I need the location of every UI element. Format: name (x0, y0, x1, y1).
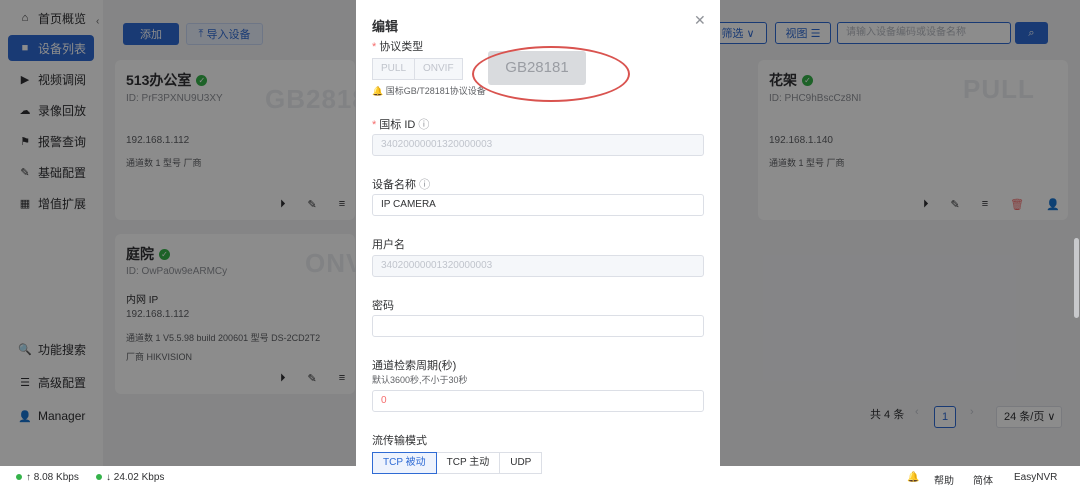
gbid-label-text: 国标 ID (379, 119, 416, 131)
status-dot (16, 474, 22, 480)
device-name-field[interactable]: IP CAMERA (372, 194, 704, 216)
protocol-option-onvif[interactable]: ONVIF (414, 58, 463, 80)
required-mark: * (372, 119, 377, 131)
download-rate-value: 24.02 Kbps (113, 472, 165, 483)
protocol-option-pull[interactable]: PULL (372, 58, 416, 80)
mode-tcp-active[interactable]: TCP 主动 (435, 452, 501, 474)
username-label: 用户名 (372, 239, 405, 251)
protocol-hint: 🔔 国标GB/T28181协议设备 (372, 84, 486, 97)
password-field[interactable] (372, 315, 704, 337)
protocol-label-text: 协议类型 (379, 41, 424, 53)
upload-rate: ↑ 8.08 Kbps (16, 472, 79, 483)
username-field: 34020000001320000003 (372, 255, 704, 277)
period-hint: 默认3600秒,不小于30秒 (372, 375, 468, 385)
mode-tcp-passive[interactable]: TCP 被动 (372, 452, 437, 474)
language-select[interactable]: 简体 (973, 472, 993, 487)
close-icon[interactable]: ✕ (694, 12, 706, 29)
gbid-field: 34020000001320000003 (372, 134, 704, 156)
protocol-hint-text: 国标GB/T28181协议设备 (385, 86, 486, 96)
period-field[interactable]: 0 (372, 390, 704, 412)
mode-udp[interactable]: UDP (499, 452, 543, 474)
name-label-text: 设备名称 (372, 179, 416, 191)
transport-mode-label: 流传输模式 (372, 435, 427, 447)
password-label: 密码 (372, 300, 394, 312)
info-icon: ⓘ (419, 179, 431, 191)
status-dot (96, 474, 102, 480)
protocol-selector: PULL ONVIF (372, 58, 463, 80)
highlight-ring (472, 46, 630, 102)
download-rate: ↓ 24.02 Kbps (96, 472, 164, 483)
protocol-label: * 协议类型 (372, 38, 423, 54)
upload-rate-value: 8.08 Kbps (33, 472, 79, 483)
transport-mode-selector: TCP 被动 TCP 主动 UDP (372, 452, 543, 474)
info-icon: ⓘ (418, 119, 430, 131)
gbid-label: * 国标 ID ⓘ (372, 116, 429, 132)
name-label: 设备名称 ⓘ (372, 176, 430, 192)
dialog-title: 编辑 (372, 19, 399, 34)
bell-icon[interactable]: 🔔 (907, 472, 919, 483)
required-mark: * (372, 41, 377, 53)
app-name: EasyNVR (1014, 472, 1058, 483)
help-link[interactable]: 帮助 (934, 472, 954, 487)
scrollbar[interactable] (1074, 238, 1079, 318)
bell-icon: 🔔 (372, 86, 384, 96)
period-label: 通道检索周期(秒) (372, 360, 457, 372)
